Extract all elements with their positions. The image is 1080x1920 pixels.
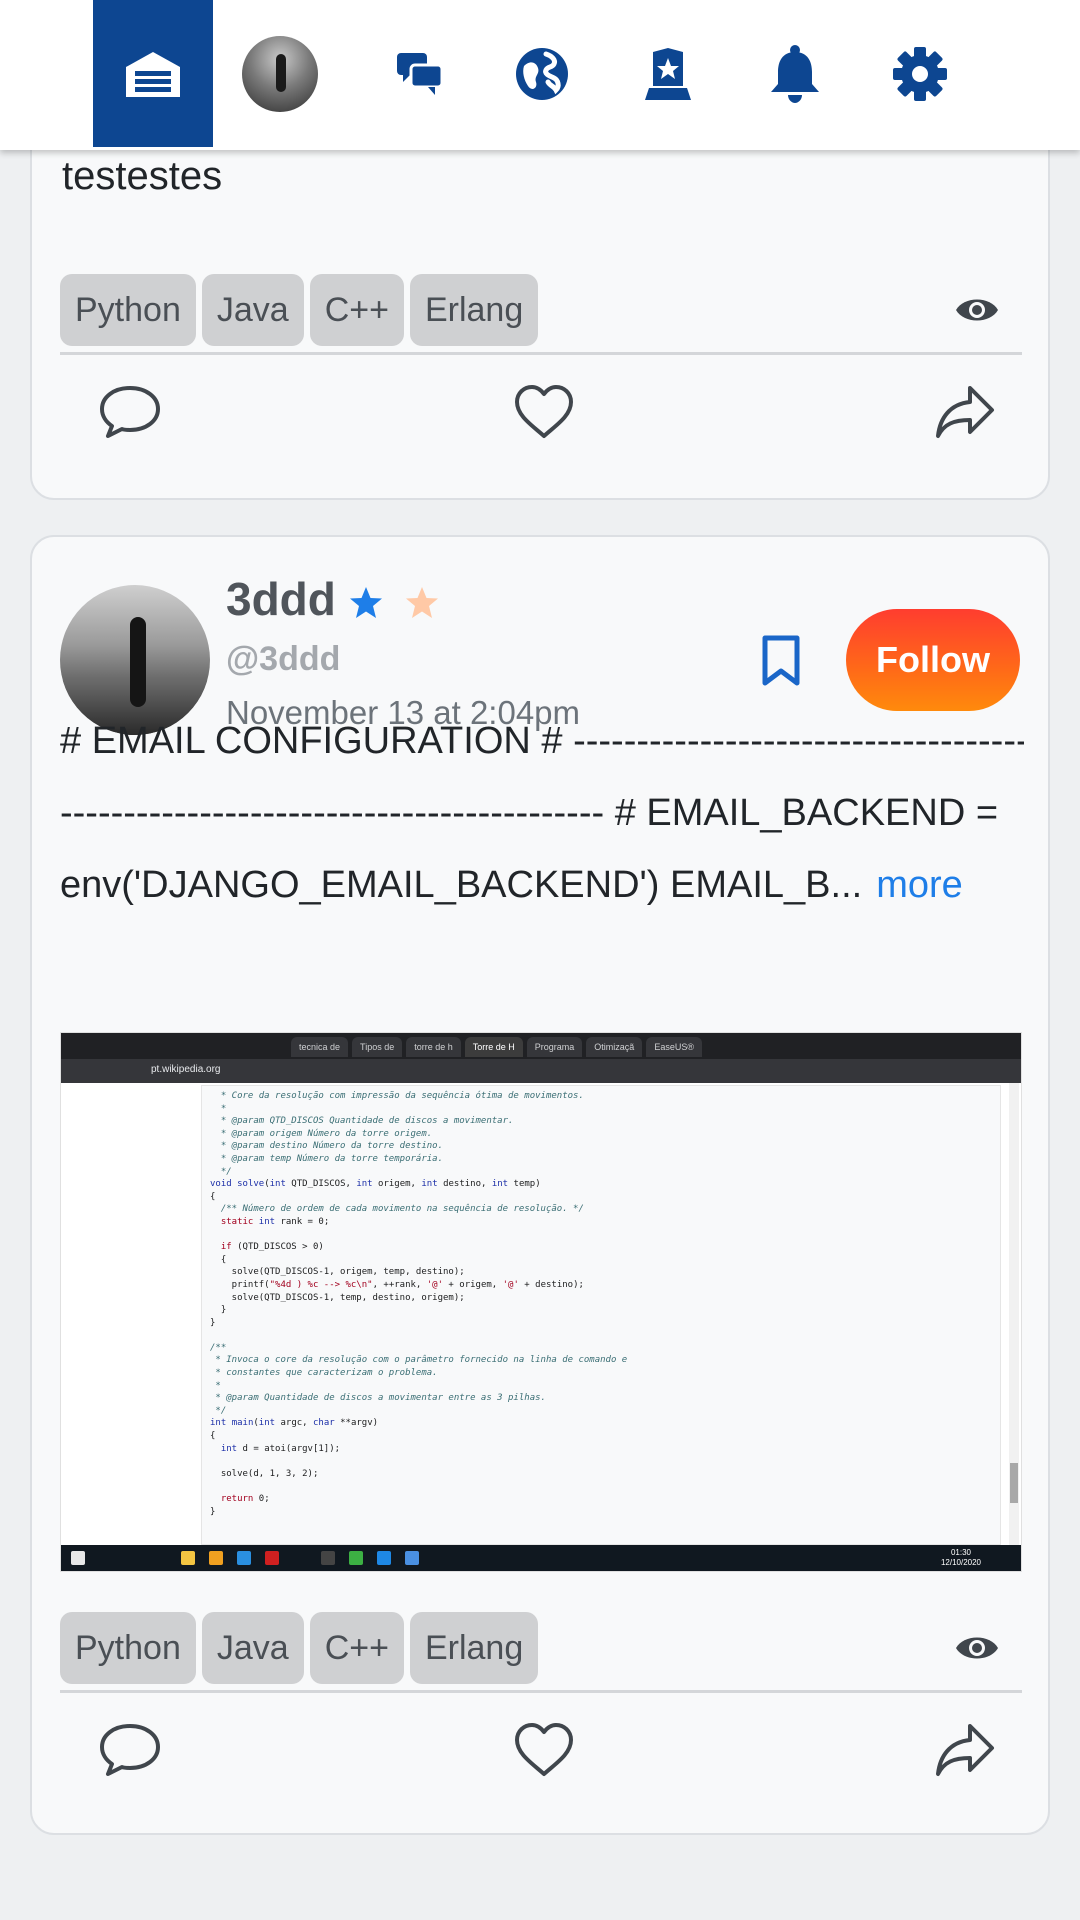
nav-settings[interactable] [880,0,960,147]
follow-button[interactable]: Follow [846,609,1020,711]
chat-icon [397,52,444,95]
star-icon [406,587,438,618]
nav-home[interactable] [93,0,213,147]
app-icon [405,1551,419,1565]
rank-badge-icon [645,47,691,100]
post-attached-image[interactable]: tecnica de Tipos de torre de h Torre de … [60,1032,1022,1572]
browser-url-bar: pt.wikipedia.org [61,1059,1021,1083]
tag-erlang[interactable]: Erlang [409,1612,539,1684]
windows-taskbar: 01:30 12/10/2020 [61,1545,1021,1571]
bell-icon [771,44,819,103]
folder-icon [181,1551,195,1565]
browser-tab: Tipos de [352,1037,403,1057]
nav-messages[interactable] [380,0,460,147]
post-card: 3ddd @3ddd November 13 at 2:04pm Follow … [30,535,1050,1835]
views-eye-icon[interactable] [954,294,1000,326]
post-body-line: # EMAIL CONFIGURATION # ----------------… [60,720,1024,762]
like-heart-icon[interactable] [513,1722,575,1778]
bookmark-icon[interactable] [760,635,802,687]
windows-start-icon [71,1551,85,1565]
comment-icon[interactable] [98,1722,162,1778]
tag-erlang[interactable]: Erlang [409,274,539,346]
views-eye-icon[interactable] [954,1632,1000,1664]
browser-tab: tecnica de [291,1037,349,1057]
share-icon[interactable] [934,384,996,440]
post-body-line-last: env('DJANGO_EMAIL_BACKEND') EMAIL_B... mo… [60,849,1024,921]
taskbar-clock: 01:30 12/10/2020 [941,1548,981,1568]
tag-list: Python Java C++ Erlang [60,1612,539,1684]
browser-tab: Programa [526,1037,583,1057]
post-body: testestes [62,154,223,198]
like-heart-icon[interactable] [513,384,575,440]
edge-icon [377,1551,391,1565]
divider [60,352,1022,355]
vscode-icon [237,1551,251,1565]
terminal-icon [321,1551,335,1565]
divider [60,1690,1022,1693]
author-handle[interactable]: @3ddd [226,640,340,679]
nav-explore[interactable] [502,0,582,147]
tag-python[interactable]: Python [60,1612,196,1684]
code-snippet: * Core da resolução com impressão da seq… [201,1085,1001,1545]
browser-tab-bar: tecnica de Tipos de torre de h Torre de … [61,1033,1021,1059]
share-icon[interactable] [934,1722,996,1778]
nav-ranking[interactable] [628,0,708,147]
star-icon [350,587,382,618]
nav-profile[interactable] [240,0,320,147]
tag-python[interactable]: Python [60,274,196,346]
browser-page: * Core da resolução com impressão da seq… [61,1083,1021,1548]
tag-java[interactable]: Java [201,1612,304,1684]
top-navigation-bar [0,0,1080,150]
avatar [242,35,318,112]
browser-url: pt.wikipedia.org [151,1064,221,1075]
tag-list: Python Java C++ Erlang [60,274,539,346]
globe-icon [516,47,568,100]
gear-icon [893,46,947,101]
browser-tab: EaseUS® [646,1037,702,1057]
browser-tab: torre de h [406,1037,461,1057]
comment-icon[interactable] [98,384,162,440]
home-icon [126,51,180,97]
browser-tab: Torre de H [464,1037,523,1057]
clock-time: 01:30 [950,1548,971,1557]
post-body-line: env('DJANGO_EMAIL_BACKEND') EMAIL_B... [60,864,863,906]
tag-java[interactable]: Java [201,274,304,346]
more-link[interactable]: more [876,864,963,906]
post-body-line: ----------------------------------------… [60,792,999,834]
chrome-icon [349,1551,363,1565]
app-icon [209,1551,223,1565]
author-username[interactable]: 3ddd [226,572,336,626]
tag-cpp[interactable]: C++ [309,1612,404,1684]
post-body: # EMAIL CONFIGURATION # ----------------… [60,705,1024,921]
browser-tab: Otimizaçã [586,1037,643,1057]
clock-date: 12/10/2020 [940,1558,981,1567]
tag-cpp[interactable]: C++ [309,274,404,346]
app-icon [265,1551,279,1565]
nav-notifications[interactable] [755,0,835,147]
